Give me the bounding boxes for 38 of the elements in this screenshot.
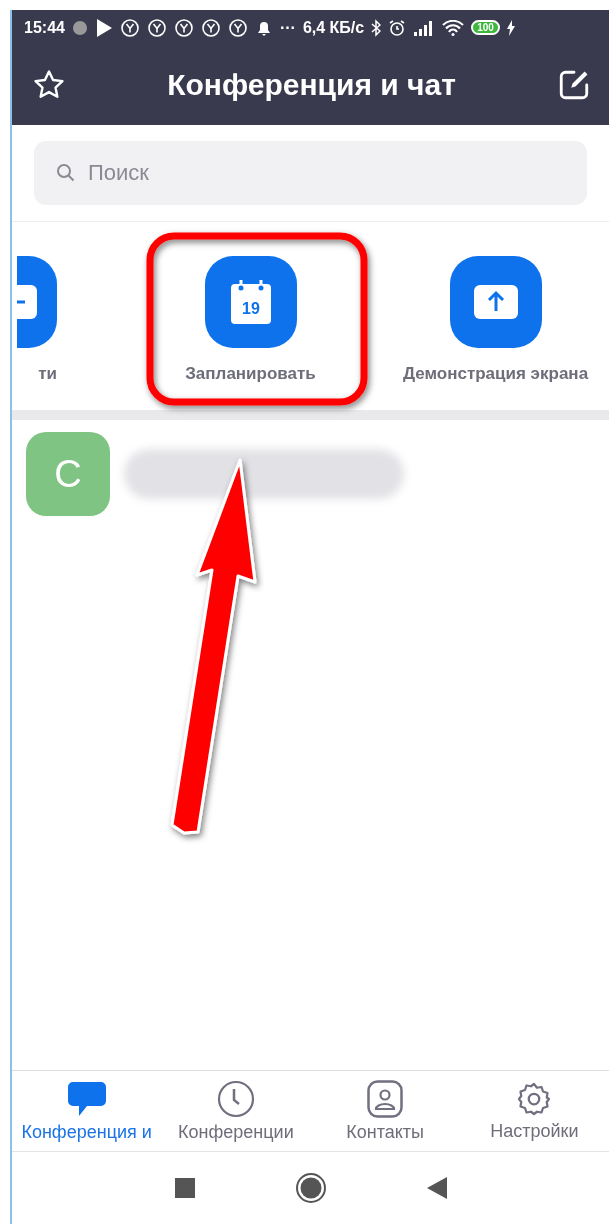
wifi-icon — [442, 19, 465, 36]
app-notification-icon — [146, 17, 167, 38]
action-button[interactable]: 19 — [204, 256, 297, 348]
contact-icon — [367, 1079, 404, 1118]
back-button[interactable] — [426, 1177, 447, 1199]
status-time: 15:44 — [24, 18, 65, 37]
bluetooth-icon — [371, 18, 382, 37]
network-speed: 6,4 КБ/с — [302, 18, 365, 37]
app-notification-icon — [200, 17, 221, 38]
dot-icon — [71, 19, 88, 36]
battery-level: 100 — [471, 20, 500, 35]
more-indicator: ··· — [279, 18, 296, 37]
app-notification-icon — [227, 17, 248, 38]
chat-bubble-icon — [66, 1079, 107, 1118]
compose-icon[interactable] — [557, 68, 591, 102]
alarm-icon — [388, 18, 407, 37]
recents-button[interactable] — [174, 1178, 195, 1198]
clock-icon — [216, 1079, 255, 1118]
action-button[interactable] — [17, 256, 57, 348]
search-icon — [56, 163, 76, 183]
tab[interactable]: Настройки — [459, 1071, 609, 1151]
plus-icon — [17, 285, 37, 319]
action-button[interactable] — [449, 256, 542, 348]
screen-title: Конференция и чат — [167, 68, 456, 102]
share-screen-icon — [473, 285, 518, 319]
charging-icon — [506, 19, 515, 36]
tab[interactable]: Контакты — [310, 1071, 460, 1151]
tab[interactable]: Конференции — [161, 1071, 311, 1151]
app-notification-icon — [173, 17, 194, 38]
action-label: ти — [38, 364, 57, 384]
tab[interactable]: Конференция и — [12, 1071, 162, 1151]
settings-icon — [516, 1080, 553, 1117]
search-field[interactable]: Поиск — [34, 141, 587, 205]
action-label: Демонстрация экрана — [402, 364, 589, 384]
app-notification-icon — [119, 17, 140, 38]
home-button[interactable] — [294, 1172, 327, 1204]
play-icon — [94, 17, 113, 38]
action-label: Запланировать — [185, 364, 316, 384]
